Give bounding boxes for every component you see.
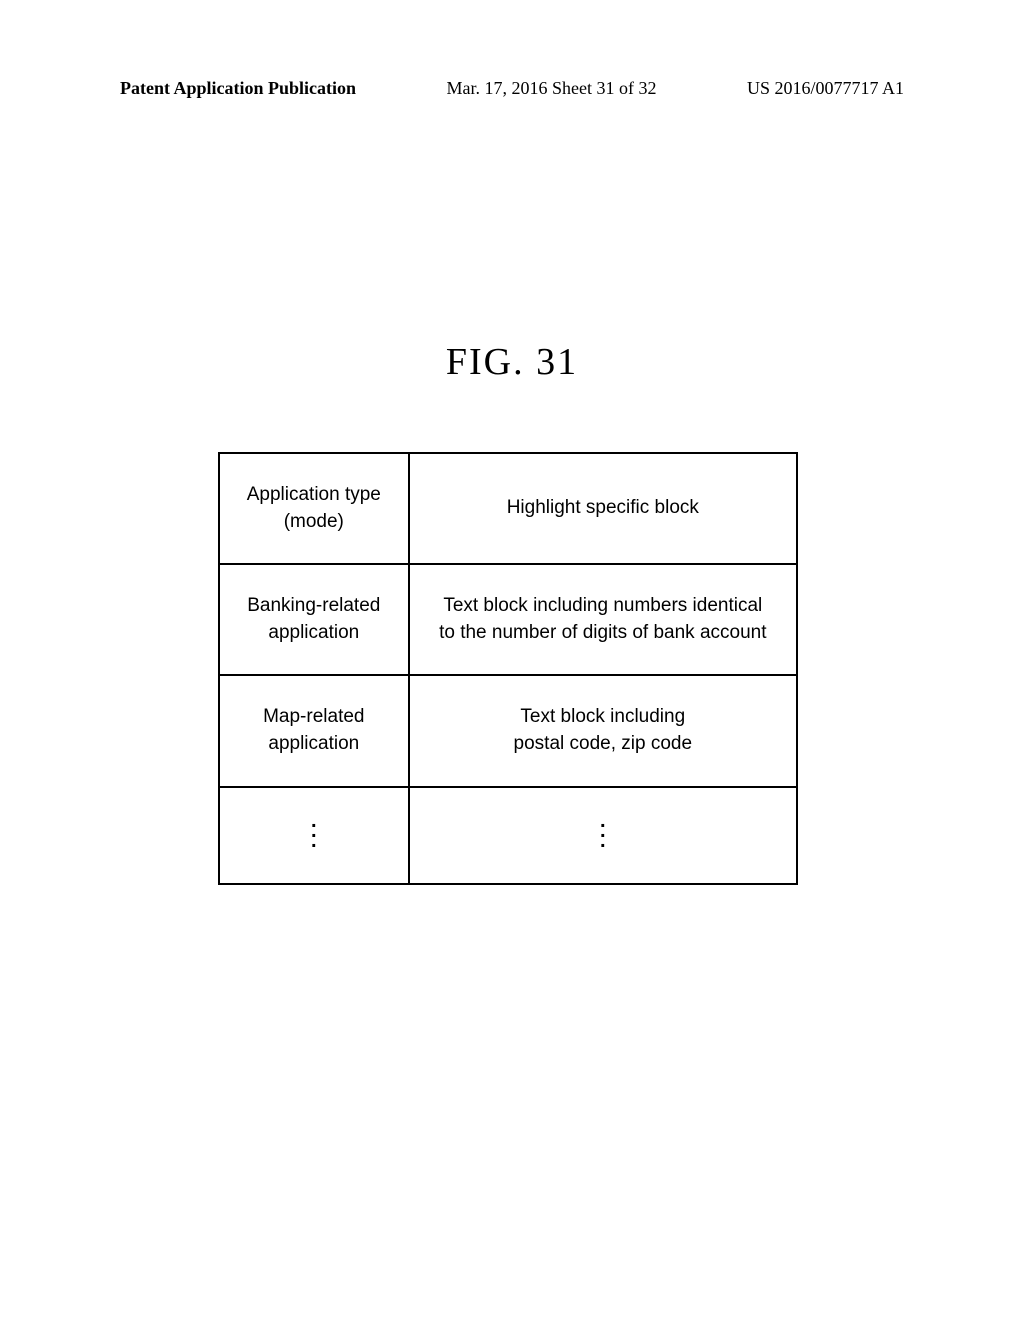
row1-col2-line1: Text block including numbers identical bbox=[443, 595, 762, 616]
vertical-dots-icon: ... bbox=[311, 816, 317, 846]
header-cell-highlight-block: Highlight specific block bbox=[409, 453, 797, 564]
page-header: Patent Application Publication Mar. 17, … bbox=[0, 78, 1024, 99]
figure-title: FIG. 31 bbox=[0, 340, 1024, 384]
table-row-ellipsis: ... ... bbox=[219, 787, 797, 884]
table-row: Map-related application Text block inclu… bbox=[219, 675, 797, 786]
header-col1-line2: (mode) bbox=[284, 511, 344, 532]
cell-map-application: Map-related application bbox=[219, 675, 409, 786]
row1-col2-line2: to the number of digits of bank account bbox=[439, 622, 766, 643]
table-row: Banking-related application Text block i… bbox=[219, 564, 797, 675]
figure-table: Application type (mode) Highlight specif… bbox=[218, 452, 798, 885]
row1-col1-line1: Banking-related bbox=[247, 595, 380, 616]
cell-banking-application: Banking-related application bbox=[219, 564, 409, 675]
header-date-sheet: Mar. 17, 2016 Sheet 31 of 32 bbox=[447, 78, 657, 99]
row2-col1-line2: application bbox=[268, 733, 359, 754]
cell-ellipsis-left: ... bbox=[219, 787, 409, 884]
row2-col2-line2: postal code, zip code bbox=[514, 733, 693, 754]
vertical-dots-icon: ... bbox=[600, 816, 606, 846]
table-header-row: Application type (mode) Highlight specif… bbox=[219, 453, 797, 564]
header-col1-line1: Application type bbox=[247, 484, 381, 505]
row2-col2-line1: Text block including bbox=[520, 706, 685, 727]
cell-ellipsis-right: ... bbox=[409, 787, 797, 884]
cell-map-description: Text block including postal code, zip co… bbox=[409, 675, 797, 786]
cell-banking-description: Text block including numbers identical t… bbox=[409, 564, 797, 675]
row2-col1-line1: Map-related bbox=[263, 706, 364, 727]
application-type-table: Application type (mode) Highlight specif… bbox=[218, 452, 798, 885]
row1-col1-line2: application bbox=[268, 622, 359, 643]
header-cell-application-type: Application type (mode) bbox=[219, 453, 409, 564]
header-application-number: US 2016/0077717 A1 bbox=[747, 78, 904, 99]
header-publication-label: Patent Application Publication bbox=[120, 78, 356, 99]
header-col2: Highlight specific block bbox=[507, 497, 699, 518]
